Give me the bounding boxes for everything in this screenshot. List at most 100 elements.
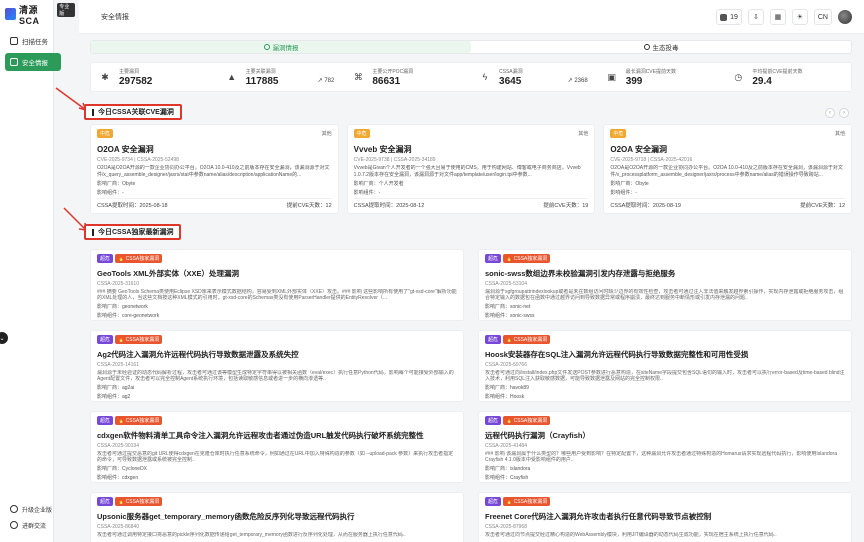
app-logo[interactable]: 清源SCA 专业版: [5, 3, 75, 26]
sidebar-item-scan-tasks[interactable]: 扫描任务: [5, 32, 61, 50]
category-label: 其他: [835, 131, 846, 137]
exclusive-vuln-card[interactable]: 超危 🔥 CSSA独家漏洞 远程代码执行漏洞（Crayfish） CSSA-202…: [478, 411, 852, 483]
sidebar-nav: 扫描任务 安全情报: [5, 32, 61, 74]
tab-label: 生态投毒: [652, 45, 679, 52]
avatar[interactable]: [838, 10, 852, 24]
severity-badge: 超危: [485, 254, 502, 263]
severity-badge: 超危: [485, 335, 502, 344]
exclusive-badge: 🔥 CSSA独家漏洞: [115, 416, 163, 425]
cve-description: O2OA是O2OA开源的一款企业协同办公平台。O2OA 10.0-410及之前版…: [610, 165, 843, 178]
cve-card[interactable]: 中危 其他 O2OA 安全漏洞 CVE-2025-9734 | CSSA-202…: [90, 124, 339, 214]
language-switch[interactable]: CN: [813, 9, 832, 25]
cve-vendor: 影响厂商：Obyte: [97, 181, 136, 187]
cssa-id: CSSA-2025-14161: [97, 362, 139, 368]
chevron-left-icon: ‹: [829, 110, 831, 116]
cve-vendor: 影响厂商：个人开发者: [353, 181, 404, 187]
section-bar: [92, 108, 94, 116]
severity-badge: 超危: [485, 497, 502, 506]
cve-footer: CSSA提取时间：2025-08-19 提前CVE天数：12: [610, 198, 846, 210]
shield-icon: [10, 58, 18, 66]
sidebar-item-label: 安全情报: [22, 60, 48, 67]
vuln-component: 影响组件：Hoosk: [485, 394, 525, 400]
cssa-id: CSSA-2025-59766: [485, 362, 527, 368]
stat-cssa-vulns: ϟ CSSA漏洞 3645 ↗ 2368: [471, 63, 598, 91]
exclusive-badge-label: CSSA独家漏洞: [125, 418, 160, 424]
theme-toggle[interactable]: ☀: [791, 9, 808, 25]
cve-card[interactable]: 中危 其他 Vvveb 安全漏洞 CVE-2025-9738 | CSSA-20…: [346, 124, 596, 214]
stat-value: 86631: [372, 75, 401, 87]
vuln-title: 远程代码执行漏洞（Crayfish）: [485, 431, 591, 440]
breadcrumb: 安全情报: [101, 13, 129, 21]
stat-poc-vulns: ⌘ 主要公开POC漏洞 86631: [344, 63, 471, 91]
carousel-next-button[interactable]: ›: [839, 108, 849, 118]
exclusive-vuln-card[interactable]: 超危 🔥 CSSA独家漏洞 GeoTools XML外部实体（XXE）处理漏洞 C…: [90, 249, 464, 321]
cve-footer: CSSA提取时间：2025-08-18 提前CVE天数：12: [97, 198, 332, 210]
cve-card[interactable]: 中危 其他 O2OA 安全漏洞 CVE-2025-9718 | CSSA-202…: [603, 124, 853, 214]
stat-label: CSSA漏洞: [499, 68, 523, 75]
tab-label: 漏洞情报: [272, 45, 299, 52]
stats-bar: ✱ 主要漏洞 297582 ▲ 主要关联漏洞 117885 ↗ 782 ⌘ 主要公开…: [90, 62, 852, 92]
header: 安全情报 19 ⇩ ▦ ☀ CN: [79, 0, 864, 34]
vuln-description: 攻击者可通过向节点提交经过精心构造的WebAssembly模块，利用JIT编译器…: [485, 532, 777, 538]
severity-badge: 超危: [97, 416, 114, 425]
cve-vendor: 影响厂商：Obyte: [610, 181, 649, 187]
tab-vuln-intel[interactable]: 漏洞情报: [91, 41, 471, 53]
exclusive-badge: 🔥 CSSA独家漏洞: [115, 497, 163, 506]
sidebar-item-upgrade[interactable]: 升级企业版: [5, 502, 61, 516]
sidebar-item-join-group[interactable]: 进群交流: [5, 518, 61, 532]
exclusive-vuln-list: 超危 🔥 CSSA独家漏洞 GeoTools XML外部实体（XXE）处理漏洞 C…: [90, 249, 852, 542]
cssa-id: CSSA-2025-31610: [97, 281, 139, 287]
header-actions: 19 ⇩ ▦ ☀ CN: [716, 9, 852, 25]
cve-component: 影响组件：-: [353, 190, 381, 196]
carousel-prev-button[interactable]: ‹: [825, 108, 835, 118]
stat-avg-days: ◷ 平均提前CVE提前天数 29.4: [724, 63, 851, 91]
category-label: 其他: [578, 131, 589, 137]
severity-badge: 超危: [97, 254, 114, 263]
exclusive-badge-label: CSSA独家漏洞: [513, 337, 548, 343]
section-title-cssa-exclusive: 今日CSSA独家最新漏洞: [84, 224, 182, 240]
stat-value: 297582: [119, 75, 153, 87]
vuln-vendor: 影响厂商：CycloneDX: [97, 466, 148, 472]
cve-id: CVE-2025-9718: [610, 157, 647, 163]
vuln-description: ### 影响 该漏洞属于什么类型的？哪些用户受到影响？在特定配置下，这种漏洞允许…: [485, 451, 837, 463]
cve-description: Vvveb是Givan个人开发者的一个强大且易于使用的CMS，用于构建网站、博客…: [353, 165, 581, 178]
clock-icon: ◷: [734, 72, 743, 82]
grid-button[interactable]: ▦: [769, 9, 786, 25]
exclusive-vuln-card[interactable]: 超危 🔥 CSSA独家漏洞 cdxgen软件物料清单工具命令注入漏洞允许远程攻击者…: [90, 411, 464, 483]
cve-title: O2OA 安全漏洞: [610, 145, 667, 154]
vuln-component: 影响组件：Crayfish: [485, 475, 529, 481]
vuln-title: Ag2代码注入漏洞允许远程代码执行导致数据泄露及系统失控: [97, 350, 299, 359]
exclusive-vuln-card[interactable]: 超危 🔥 CSSA独家漏洞 Hoosk安装器存在SQL注入漏洞允许远程代码执行导致…: [478, 330, 852, 402]
notification-button[interactable]: 19: [716, 9, 742, 25]
sidebar-bottom: 升级企业版 进群交流: [5, 502, 61, 534]
exclusive-badge-label: CSSA独家漏洞: [125, 499, 160, 505]
download-button[interactable]: ⇩: [747, 9, 764, 25]
exclusive-badge: 🔥 CSSA独家漏洞: [115, 335, 163, 344]
vuln-component: 影响组件：ag2: [97, 394, 131, 400]
vuln-title: sonic-swss数组边界未校验漏洞引发内存泄露与拒绝服务: [485, 269, 676, 278]
exclusive-vuln-card[interactable]: 超危 🔥 CSSA独家漏洞 Freenet Core代码注入漏洞允许攻击者执行任意…: [478, 492, 852, 542]
stat-label: 主要公开POC漏洞: [372, 68, 414, 75]
vuln-description: 漏洞源于sgfgroupattrindexlookup或者是未在数组访问时缺少边…: [485, 289, 844, 301]
severity-badge: 中危: [353, 129, 370, 138]
vuln-component: 影响组件：core-geonetwork: [97, 313, 160, 319]
notification-count: 19: [730, 13, 738, 21]
tab-ecosystem-poisoning[interactable]: 生态投毒: [471, 41, 851, 53]
cve-title: O2OA 安全漏洞: [97, 145, 154, 154]
exclusive-vuln-card[interactable]: 超危 🔥 CSSA独家漏洞 Ag2代码注入漏洞允许远程代码执行导致数据泄露及系统失…: [90, 330, 464, 402]
exclusive-vuln-card[interactable]: 超危 🔥 CSSA独家漏洞 Upsonic服务器get_temporary_mem…: [90, 492, 464, 542]
edition-badge: 专业版: [57, 3, 75, 17]
advance-days: 提前CVE天数：12: [286, 202, 332, 209]
vuln-title: Freenet Core代码注入漏洞允许攻击者执行任意代码导致节点被控制: [485, 512, 712, 521]
advance-days: 提前CVE天数：19: [543, 202, 589, 209]
calendar-icon: ▣: [607, 72, 616, 82]
stat-label: 最长漏洞CVE提前天数: [625, 68, 676, 75]
sidebar-item-security-intel[interactable]: 安全情报: [5, 53, 61, 71]
exclusive-badge: 🔥 CSSA独家漏洞: [503, 254, 551, 263]
upgrade-icon: [10, 505, 18, 513]
cve-ids: CVE-2025-9718 | CSSA-2025-42016: [610, 157, 693, 163]
exclusive-vuln-card[interactable]: 超危 🔥 CSSA独家漏洞 sonic-swss数组边界未校验漏洞引发内存泄露与拒…: [478, 249, 852, 321]
cve-card-list: 中危 其他 O2OA 安全漏洞 CVE-2025-9734 | CSSA-202…: [90, 124, 853, 214]
poc-icon: ⌘: [353, 72, 363, 82]
bug-icon: ✱: [101, 72, 109, 82]
